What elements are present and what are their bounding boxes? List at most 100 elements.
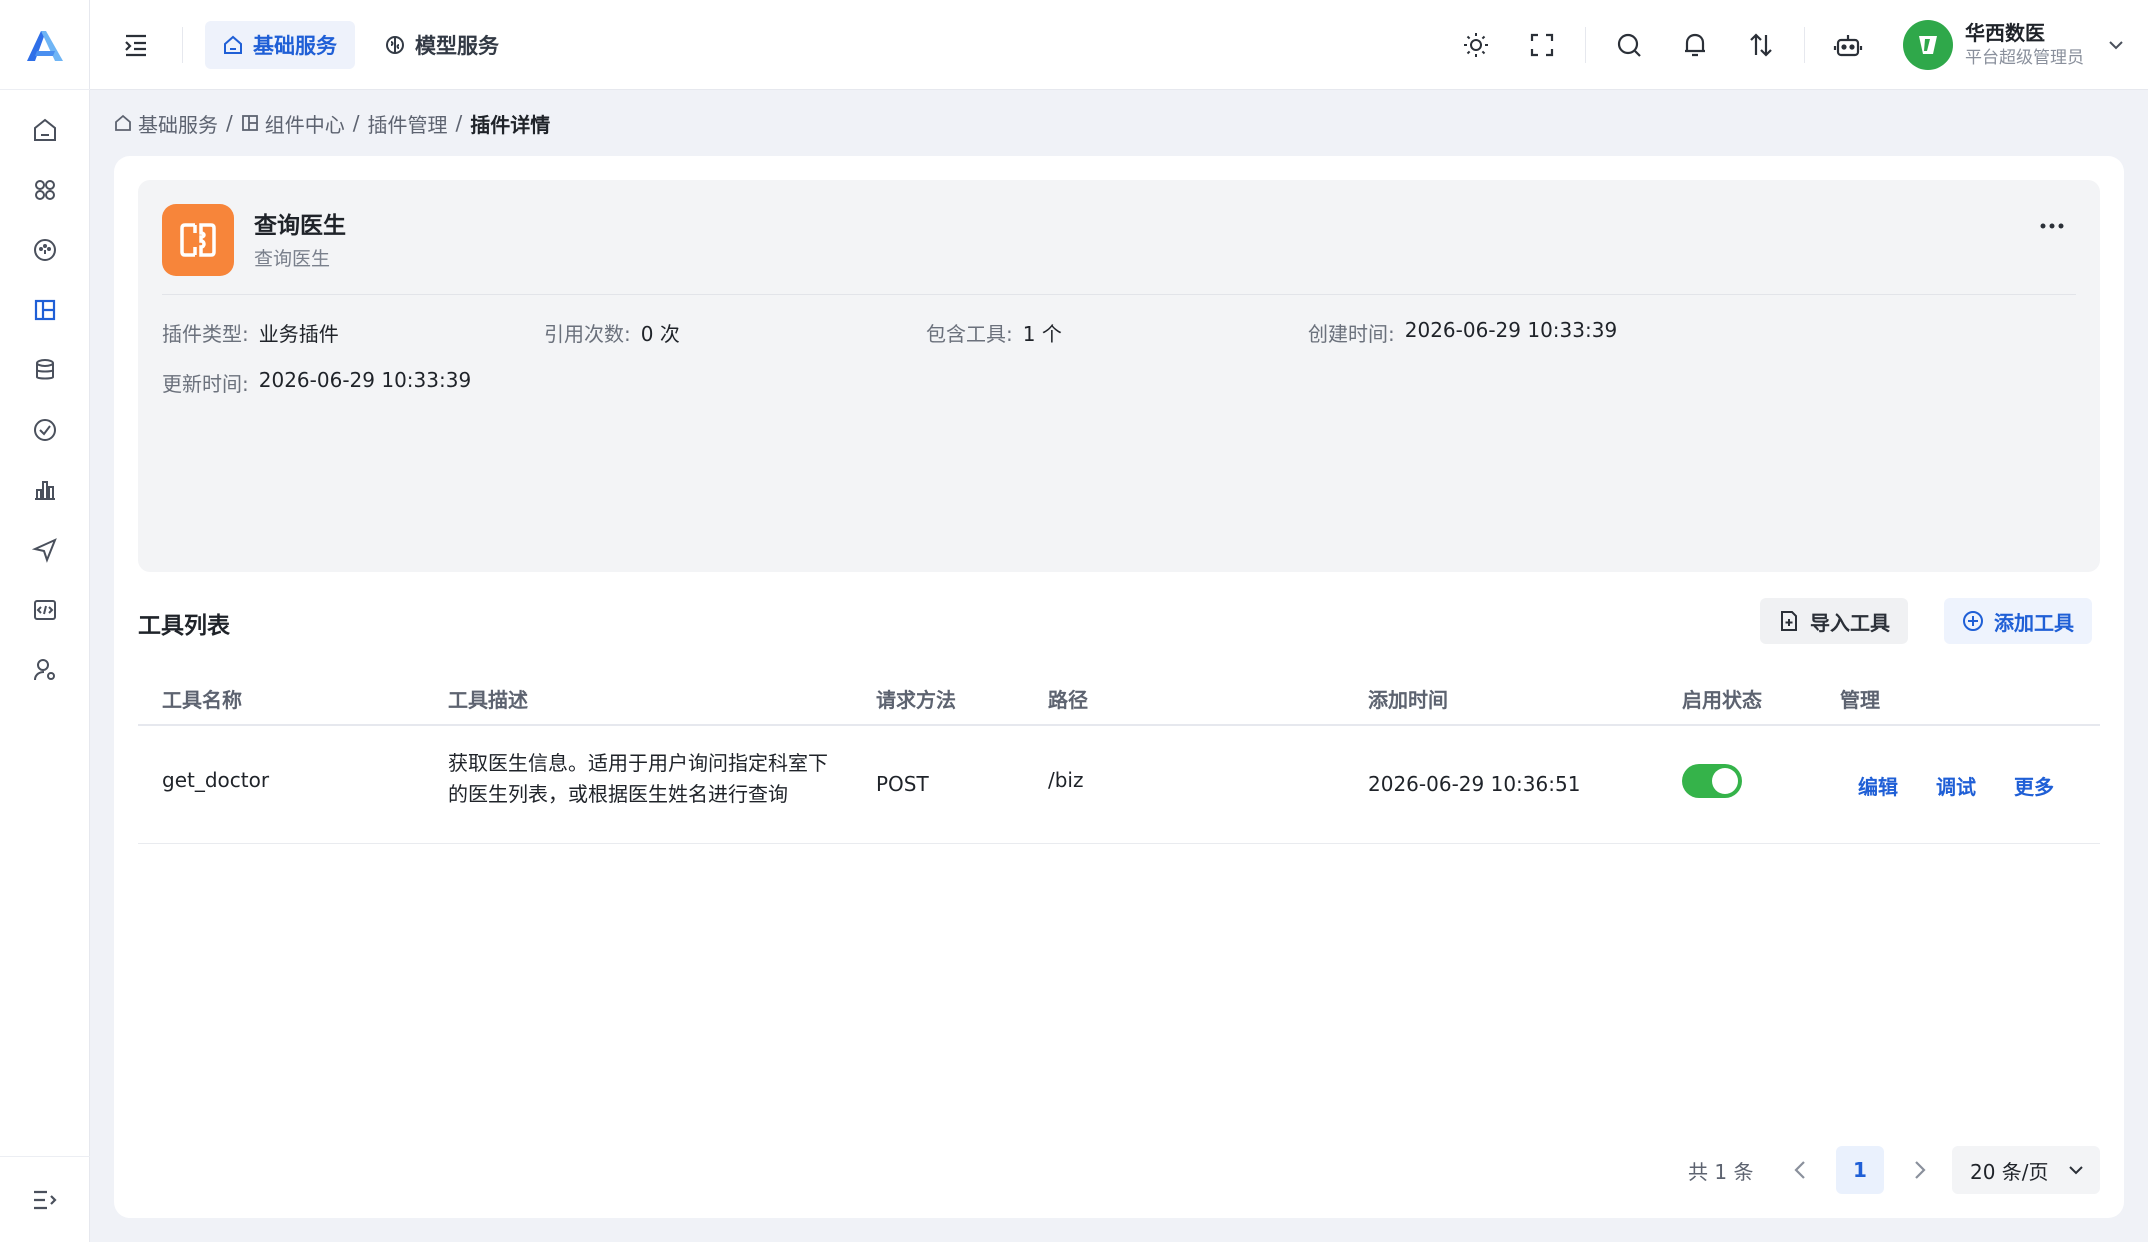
import-tool-button[interactable]: 导入工具 xyxy=(1760,598,1908,644)
layout-icon xyxy=(241,114,259,132)
plugin-info-panel: 查询医生 查询医生 插件类型: 业务插件 引用次数: 0 次 包含工具: 1 个… xyxy=(138,180,2100,572)
file-import-icon xyxy=(1778,610,1800,632)
column-header-status: 启用状态 xyxy=(1682,688,1762,712)
chevron-down-icon xyxy=(2068,1165,2084,1175)
meta-value: 1 个 xyxy=(1022,322,1062,346)
check-circle-icon xyxy=(32,417,58,443)
column-header-description: 工具描述 xyxy=(448,688,528,712)
more-horizontal-icon xyxy=(2040,222,2064,230)
tool-added-time: 2026-06-29 10:36:51 xyxy=(1368,772,1581,796)
layout-icon xyxy=(32,297,58,323)
app-logo[interactable] xyxy=(0,0,90,90)
menu-indent-icon xyxy=(122,33,150,57)
menu-toggle-button[interactable] xyxy=(90,0,182,90)
plugin-description: 查询医生 xyxy=(254,248,331,270)
sidebar-item-components[interactable] xyxy=(0,280,90,340)
sidebar-item-publish[interactable] xyxy=(0,520,90,580)
tool-name: get_doctor xyxy=(162,768,270,792)
logo-icon xyxy=(23,27,67,63)
sort-arrows-icon xyxy=(1747,31,1775,59)
sidebar-item-apps[interactable] xyxy=(0,160,90,220)
header-divider xyxy=(182,26,183,63)
fullscreen-button[interactable] xyxy=(1509,0,1575,90)
chevron-left-icon xyxy=(1794,1160,1806,1180)
meta-reference-count: 引用次数: 0 次 xyxy=(544,318,680,347)
meta-value: 业务插件 xyxy=(258,322,339,346)
tool-method: POST xyxy=(876,772,929,796)
sidebar-collapse-button[interactable] xyxy=(0,1156,90,1242)
meta-value: 0 次 xyxy=(640,322,680,346)
sidebar-item-users[interactable] xyxy=(0,640,90,700)
tab-label: 基础服务 xyxy=(253,33,337,58)
chevron-right-icon xyxy=(1914,1160,1926,1180)
meta-plugin-type: 插件类型: 业务插件 xyxy=(162,318,339,347)
meta-value: 2026-06-29 10:33:39 xyxy=(1404,318,1618,342)
meta-created-time: 创建时间: 2026-06-29 10:33:39 xyxy=(1308,318,1617,347)
page-size-value: 20 条/页 xyxy=(1970,1159,2049,1184)
meta-label: 引用次数: xyxy=(544,322,631,346)
sidebar-item-tasks[interactable] xyxy=(0,400,90,460)
sidebar-item-database[interactable] xyxy=(0,340,90,400)
chevron-down-icon xyxy=(2108,40,2124,50)
column-header-name: 工具名称 xyxy=(162,688,242,712)
breadcrumb-item-basic-services[interactable]: 基础服务 xyxy=(114,109,218,138)
user-menu[interactable]: 华西数医 平台超级管理员 xyxy=(1903,20,2124,70)
add-tool-button[interactable]: 添加工具 xyxy=(1944,598,2092,644)
prev-page-button[interactable] xyxy=(1780,1146,1820,1194)
bar-chart-icon xyxy=(32,477,58,503)
top-header: 基础服务 模型服务 华西数医 平台超级管理员 xyxy=(90,0,2148,90)
plugin-title: 查询医生 xyxy=(254,213,346,239)
sidebar-item-home[interactable] xyxy=(0,100,90,160)
debug-link[interactable]: 调试 xyxy=(1936,771,1976,800)
apps-icon xyxy=(32,177,58,203)
plugin-icon xyxy=(162,204,234,276)
more-options-button[interactable] xyxy=(2040,222,2064,230)
meta-tool-count: 包含工具: 1 个 xyxy=(926,318,1062,347)
plugin-puzzle-icon xyxy=(175,217,221,263)
breadcrumb-label: 组件中心 xyxy=(264,112,345,137)
assistant-button[interactable] xyxy=(1815,0,1881,90)
breadcrumb-separator: / xyxy=(455,111,463,135)
avatar xyxy=(1903,20,1953,70)
header-divider xyxy=(1585,27,1586,63)
user-role: 平台超级管理员 xyxy=(1965,48,2084,68)
notifications-button[interactable] xyxy=(1662,0,1728,90)
column-header-path: 路径 xyxy=(1048,688,1088,712)
sun-icon xyxy=(1462,31,1490,59)
user-settings-icon xyxy=(32,657,58,683)
sort-button[interactable] xyxy=(1728,0,1794,90)
column-header-method: 请求方法 xyxy=(876,688,956,712)
breadcrumb-item-component-center[interactable]: 组件中心 xyxy=(241,109,345,138)
page-number-current[interactable]: 1 xyxy=(1836,1146,1884,1194)
sidebar-item-analytics[interactable] xyxy=(0,460,90,520)
send-icon xyxy=(32,537,58,563)
next-page-button[interactable] xyxy=(1900,1146,1940,1194)
meta-updated-time: 更新时间: 2026-06-29 10:33:39 xyxy=(162,368,471,397)
side-nav xyxy=(0,100,90,700)
sidebar-item-code[interactable] xyxy=(0,580,90,640)
search-button[interactable] xyxy=(1596,0,1662,90)
more-link[interactable]: 更多 xyxy=(2014,771,2054,800)
import-tool-label: 导入工具 xyxy=(1810,610,1890,635)
breadcrumb-current: 插件详情 xyxy=(470,112,551,137)
tab-model-services[interactable]: 模型服务 xyxy=(367,21,517,69)
sidebar-item-dashboard[interactable] xyxy=(0,220,90,280)
tab-basic-services[interactable]: 基础服务 xyxy=(205,20,355,69)
plugin-detail-card: 查询医生 查询医生 插件类型: 业务插件 引用次数: 0 次 包含工具: 1 个… xyxy=(114,156,2124,1218)
meta-label: 创建时间: xyxy=(1308,322,1395,346)
gauge-icon xyxy=(32,237,58,263)
tools-table-header: 工具名称 工具描述 请求方法 路径 添加时间 启用状态 管理 xyxy=(138,664,2100,726)
breadcrumb-separator: / xyxy=(226,111,233,135)
database-icon xyxy=(32,357,58,383)
column-header-actions: 管理 xyxy=(1840,688,1880,712)
edit-link[interactable]: 编辑 xyxy=(1858,771,1898,800)
page-size-select[interactable]: 20 条/页 xyxy=(1952,1146,2100,1194)
bell-icon xyxy=(1682,31,1708,59)
breadcrumb-item-plugin-management[interactable]: 插件管理 xyxy=(368,109,448,138)
header-actions: 华西数医 平台超级管理员 xyxy=(1443,0,2148,90)
tool-description: 获取医生信息。适用于用户询问指定科室下的医生列表，或根据医生姓名进行查询 xyxy=(448,751,828,806)
enable-toggle[interactable] xyxy=(1682,764,1742,798)
robot-icon xyxy=(1833,31,1863,59)
breadcrumb: 基础服务 / 组件中心 / 插件管理 / 插件详情 xyxy=(114,108,550,138)
theme-toggle-button[interactable] xyxy=(1443,0,1509,90)
